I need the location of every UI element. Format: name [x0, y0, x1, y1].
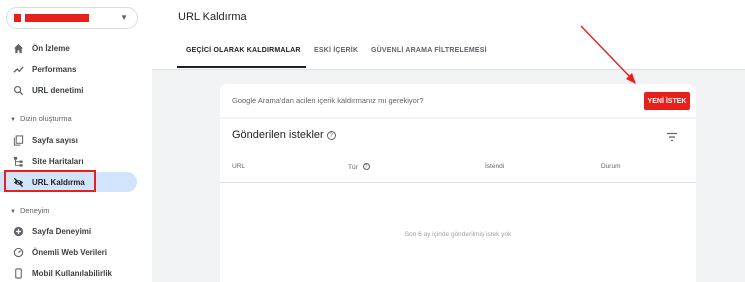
section-label: Deneyim	[19, 206, 50, 215]
active-tab-indicator	[177, 66, 306, 68]
section-toggle-indexing[interactable]: ▼ Dizin oluşturma	[10, 114, 72, 123]
search-icon	[12, 84, 24, 96]
property-selector[interactable]: ▼	[6, 7, 138, 29]
sidebar-item-page-experience[interactable]: Sayfa Deneyimi	[0, 221, 137, 241]
section-label: Dizin oluşturma	[19, 114, 72, 123]
pages-icon	[12, 134, 24, 146]
chevron-down-icon: ▼	[120, 13, 128, 22]
main-content: URL Kaldırma GEÇİCİ OLARAK KALDIRMALAR E…	[152, 0, 745, 282]
column-header-type-text: Tür	[348, 164, 358, 171]
property-redaction	[25, 14, 89, 22]
tabs-divider	[152, 69, 745, 70]
tab-outdated-content[interactable]: ESKİ İÇERİK	[314, 47, 358, 54]
phone-icon	[12, 267, 24, 279]
caret-down-icon: ▼	[10, 117, 16, 123]
sidebar-item-label: URL denetimi	[32, 85, 84, 95]
page-title: URL Kaldırma	[178, 11, 247, 23]
sidebar-item-sitemaps[interactable]: Site Haritaları	[0, 151, 137, 171]
sidebar-item-overview[interactable]: Ön İzleme	[0, 38, 137, 58]
sidebar-item-performance[interactable]: Performans	[0, 59, 137, 79]
column-header-status[interactable]: Durum	[601, 163, 621, 170]
plus-circle-icon	[12, 225, 24, 237]
column-header-url[interactable]: URL	[232, 163, 245, 170]
sidebar-item-mobile-usability[interactable]: Mobil Kullanılabilirlik	[0, 263, 137, 282]
new-request-button[interactable]: YENİ İSTEK	[644, 92, 690, 110]
section-toggle-experience[interactable]: ▼ Deneyim	[10, 206, 50, 215]
sidebar-item-label: Mobil Kullanılabilirlik	[32, 268, 113, 278]
column-header-type[interactable]: Tür ?	[348, 163, 370, 171]
gauge-icon	[12, 246, 24, 258]
sidebar-item-core-web-vitals[interactable]: Önemli Web Verileri	[0, 242, 137, 262]
home-icon	[12, 42, 24, 54]
sidebar-item-label: Önemli Web Verileri	[32, 247, 107, 257]
sidebar: ▼ Ön İzleme Performans URL denetimi ▼ Diz…	[0, 0, 152, 282]
header-area: URL Kaldırma GEÇİCİ OLARAK KALDIRMALAR E…	[152, 0, 745, 70]
removal-question: Google Arama'dan acilen içerik kaldırman…	[232, 96, 424, 105]
requests-title-text: Gönderilen istekler	[232, 129, 324, 141]
sidebar-item-label: Ön İzleme	[32, 43, 70, 53]
table-header-divider	[220, 182, 696, 183]
sidebar-item-label: Performans	[32, 64, 77, 74]
highlight-box	[4, 170, 96, 192]
help-icon[interactable]: ?	[362, 163, 370, 170]
requests-title: Gönderilen istekler?	[232, 129, 336, 141]
sidebar-item-pages[interactable]: Sayfa sayısı	[0, 130, 137, 150]
help-icon[interactable]: ?	[326, 131, 336, 140]
trending-icon	[12, 63, 24, 75]
sidebar-item-label: Site Haritaları	[32, 156, 84, 166]
caret-down-icon: ▼	[10, 209, 16, 215]
tab-temporary-removals[interactable]: GEÇİCİ OLARAK KALDIRMALAR	[186, 47, 301, 54]
submitted-requests-card: Gönderilen istekler? URL Tür ? İstendi D…	[220, 119, 696, 282]
empty-state-message: Son 6 ay içinde gönderilmiş istek yok	[404, 231, 512, 238]
sitemap-icon	[12, 155, 24, 167]
sidebar-item-url-inspection[interactable]: URL denetimi	[0, 80, 137, 100]
column-header-requested[interactable]: İstendi	[485, 163, 504, 170]
sidebar-item-label: Sayfa Deneyimi	[32, 226, 92, 236]
property-redaction	[14, 14, 21, 22]
sidebar-item-label: Sayfa sayısı	[32, 135, 78, 145]
tab-safesearch-filtering[interactable]: GÜVENLİ ARAMA FİLTRELEMESİ	[371, 47, 487, 54]
new-request-card: Google Arama'dan acilen içerik kaldırman…	[220, 84, 696, 117]
filter-icon[interactable]	[666, 129, 678, 142]
